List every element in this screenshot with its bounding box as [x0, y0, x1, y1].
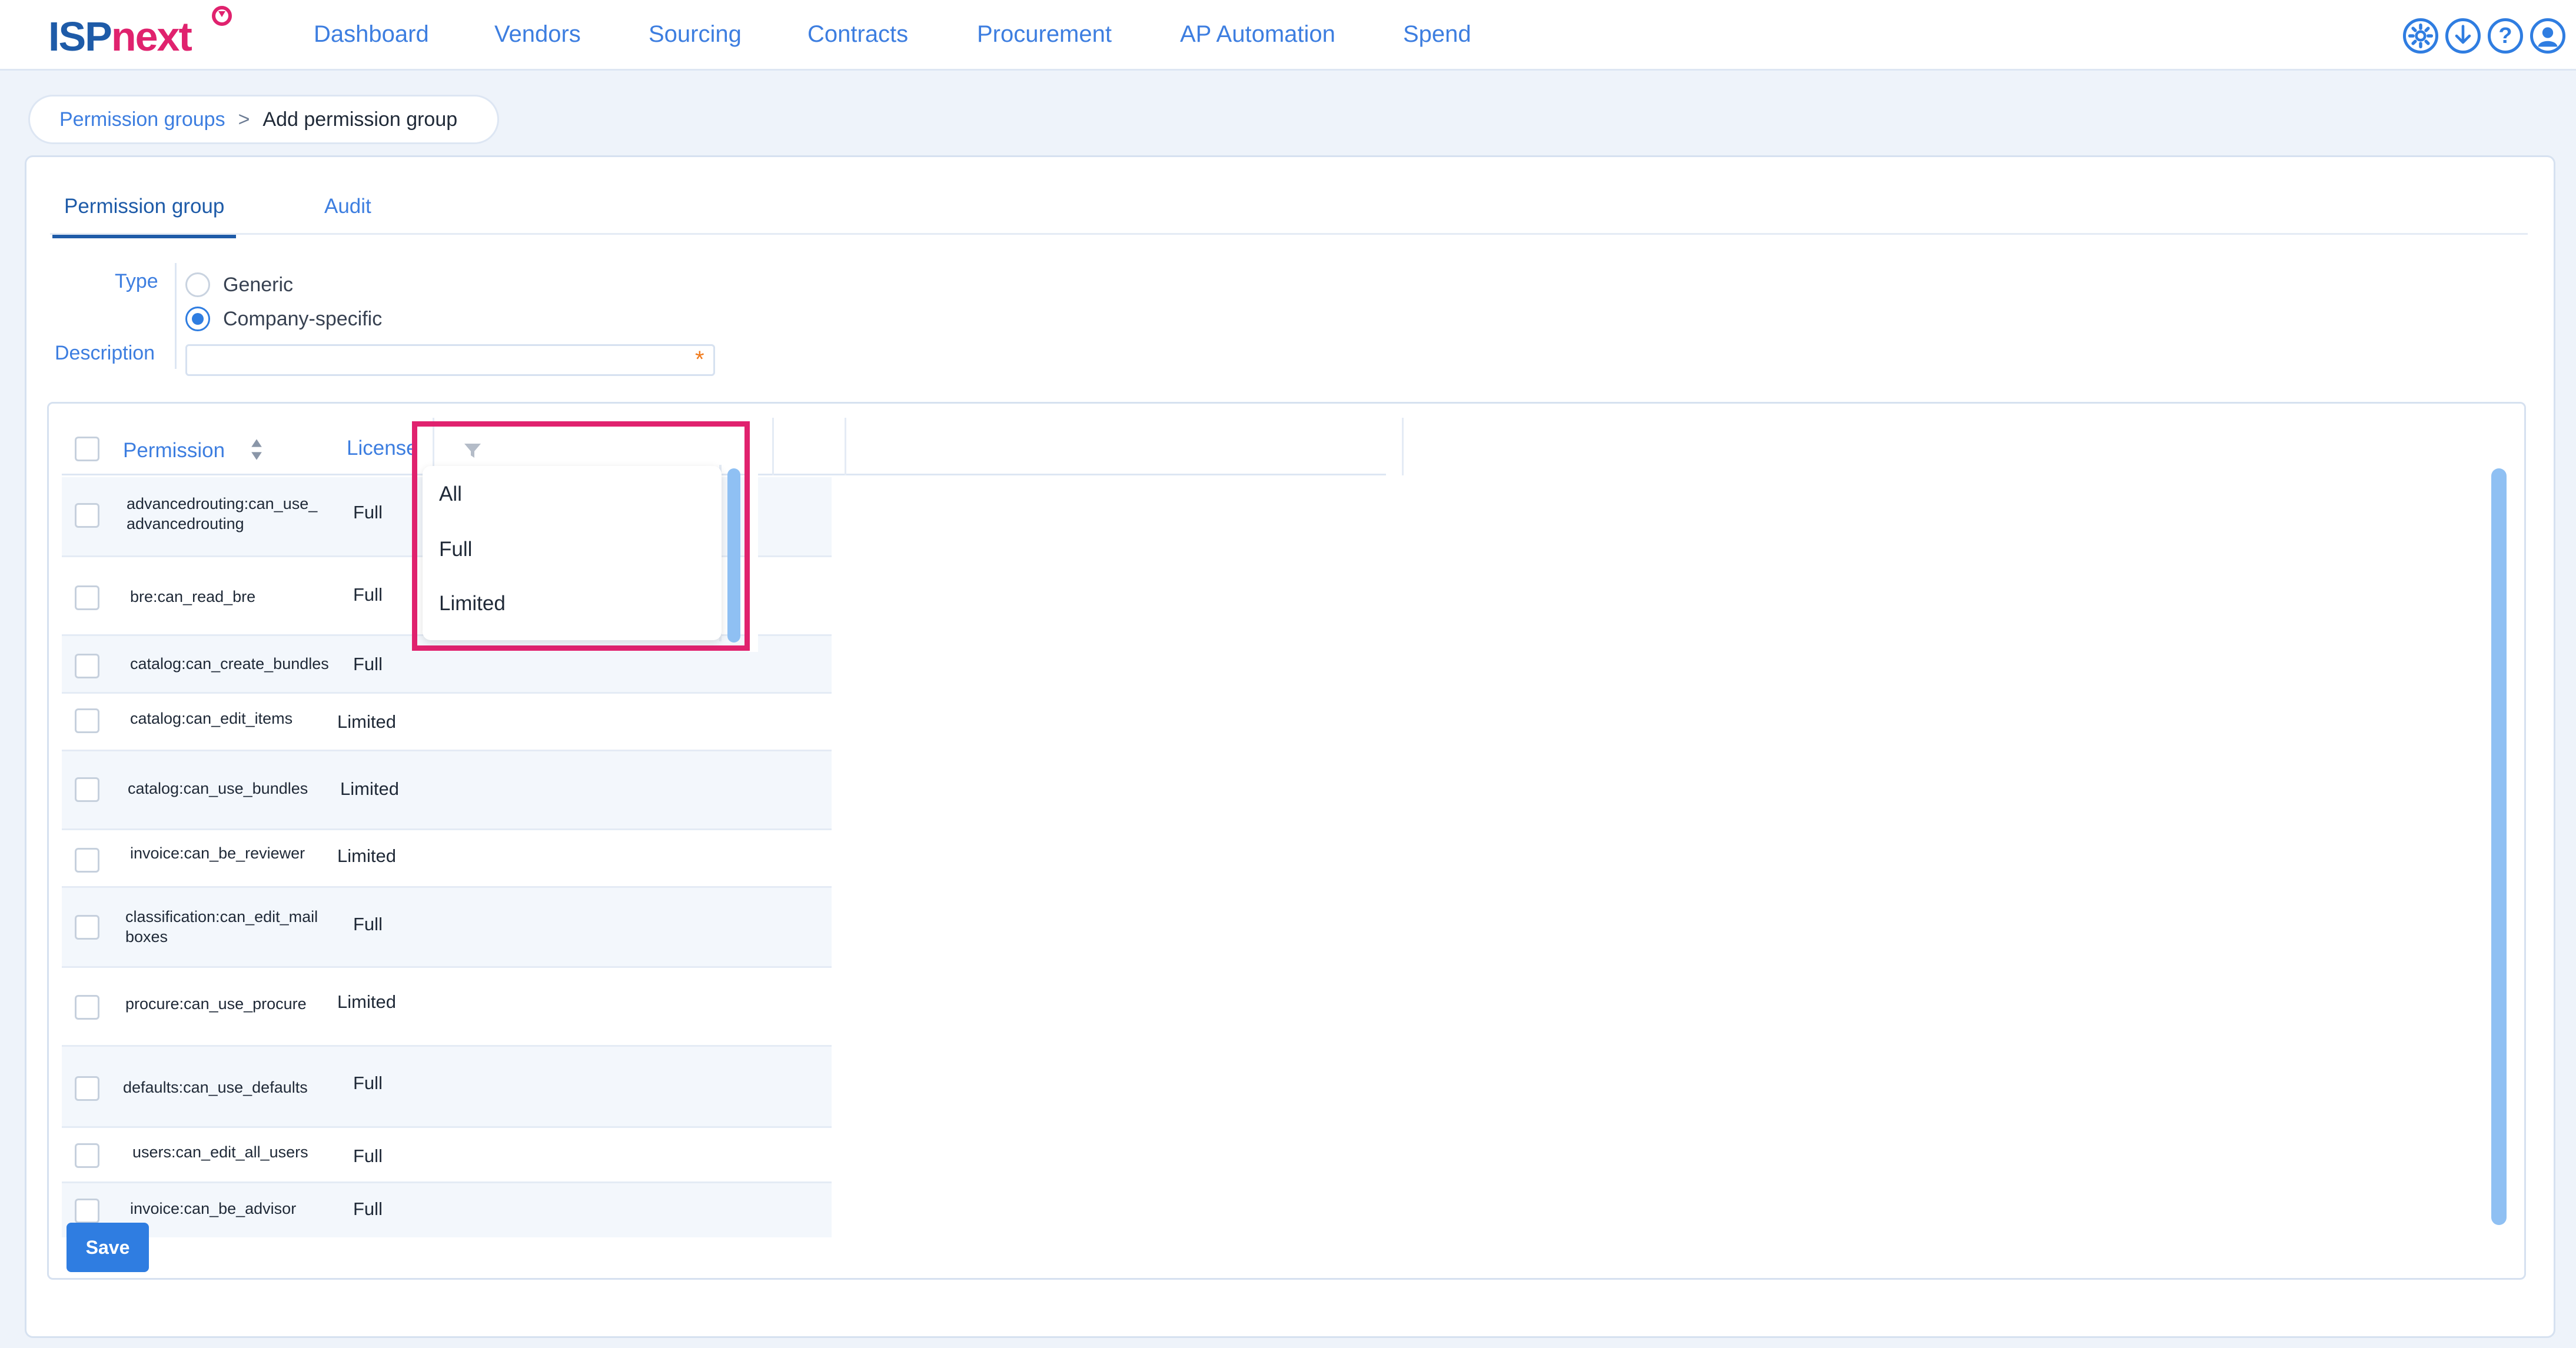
license-value: Limited [340, 778, 399, 799]
help-glyph: ? [2498, 23, 2512, 48]
gear-icon[interactable] [2403, 18, 2438, 54]
permission-name: procure:can_use_procure [125, 995, 307, 1013]
table-row[interactable]: users:can_edit_all_users Full [62, 1128, 832, 1183]
license-filter-dropdown: All Full Limited [423, 466, 722, 640]
breadcrumb-separator: > [238, 108, 250, 131]
table-row[interactable]: invoice:can_be_advisor Full [62, 1183, 832, 1237]
row-checkbox[interactable] [75, 585, 99, 610]
user-icon[interactable] [2530, 18, 2565, 54]
type-label: Type [115, 270, 158, 292]
type-option-generic[interactable]: Generic [185, 272, 293, 297]
table-row[interactable]: procure:can_use_procure Limited [62, 968, 832, 1047]
row-checkbox[interactable] [75, 915, 99, 940]
license-value: Limited [337, 846, 396, 866]
tab-bar: Permission group Audit [50, 157, 2528, 238]
permission-name: bre:can_read_bre [130, 588, 256, 605]
nav-vendors[interactable]: Vendors [494, 21, 581, 48]
permission-name: advancedrouting:can_use_ advancedrouting [127, 495, 318, 532]
generic-label: Generic [223, 273, 294, 296]
permission-name: defaults:can_use_defaults [123, 1079, 308, 1096]
top-navigation-bar: ISPnext Dashboard Vendors Sourcing Contr… [0, 0, 2576, 71]
license-value: Full [353, 584, 383, 605]
permission-name: invoice:can_be_advisor [130, 1200, 297, 1217]
description-input[interactable] [185, 344, 715, 376]
description-label: Description [55, 342, 155, 364]
license-value: Full [353, 1199, 383, 1219]
download-icon[interactable] [2445, 18, 2481, 54]
required-indicator: * [695, 347, 704, 372]
license-value: Full [353, 1073, 383, 1093]
save-button[interactable]: Save [67, 1223, 149, 1272]
row-checkbox[interactable] [75, 995, 99, 1020]
header-empty-cell [845, 418, 1404, 475]
form-divider [175, 263, 177, 369]
top-icons: ? [2403, 18, 2565, 54]
table-row[interactable]: catalog:can_edit_items Limited [62, 694, 832, 751]
permission-name: classification:can_edit_mail boxes [125, 908, 318, 946]
filter-option-all[interactable]: All [439, 482, 462, 506]
generic-radio[interactable] [185, 272, 210, 297]
filter-option-limited[interactable]: Limited [439, 592, 506, 615]
nav-spend[interactable]: Spend [1403, 21, 1471, 48]
company-specific-label: Company-specific [223, 307, 383, 330]
column-header-permission[interactable]: Permission [123, 439, 225, 462]
row-checkbox[interactable] [75, 1199, 99, 1223]
license-value: Limited [337, 711, 396, 732]
row-checkbox[interactable] [75, 503, 99, 528]
row-checkbox[interactable] [75, 777, 99, 802]
permission-name: users:can_edit_all_users [132, 1143, 308, 1161]
breadcrumb: Permission groups > Add permission group [28, 95, 499, 144]
dropdown-scrollbar[interactable] [727, 468, 740, 643]
row-checkbox[interactable] [75, 1076, 99, 1101]
permission-name: catalog:can_create_bundles [130, 655, 329, 673]
select-all-checkbox[interactable] [75, 437, 99, 461]
license-value: Full [353, 1146, 383, 1166]
breadcrumb-permission-groups[interactable]: Permission groups [59, 108, 225, 131]
table-row[interactable]: classification:can_edit_mail boxes Full [62, 888, 832, 968]
license-value: Full [353, 502, 383, 522]
nav-dashboard[interactable]: Dashboard [314, 21, 429, 48]
license-value: Full [353, 654, 383, 674]
row-checkbox[interactable] [75, 848, 99, 873]
company-specific-radio[interactable] [185, 307, 210, 331]
permission-name: catalog:can_use_bundles [128, 780, 308, 797]
ispnext-logo[interactable]: ISPnext [48, 13, 192, 60]
breadcrumb-current: Add permission group [262, 108, 458, 131]
tab-permission-group[interactable]: Permission group [52, 195, 237, 238]
sort-icon[interactable] [250, 438, 263, 461]
nav-sourcing[interactable]: Sourcing [649, 21, 742, 48]
nav-procurement[interactable]: Procurement [977, 21, 1112, 48]
help-icon[interactable]: ? [2488, 18, 2523, 54]
table-scrollbar[interactable] [2491, 468, 2507, 1225]
column-header-license[interactable]: License [347, 437, 418, 460]
row-checkbox[interactable] [75, 654, 99, 678]
nav-ap-automation[interactable]: AP Automation [1180, 21, 1335, 48]
logo-next-text: next [111, 14, 192, 59]
type-option-company-specific[interactable]: Company-specific [185, 307, 382, 331]
permission-name: invoice:can_be_reviewer [130, 844, 305, 862]
table-row[interactable]: defaults:can_use_defaults Full [62, 1047, 832, 1128]
table-row[interactable]: catalog:can_use_bundles Limited [62, 751, 832, 830]
filter-option-full[interactable]: Full [439, 538, 472, 561]
permission-name: catalog:can_edit_items [130, 710, 293, 727]
license-value: Full [353, 914, 383, 934]
tab-audit[interactable]: Audit [324, 195, 371, 218]
table-row[interactable]: invoice:can_be_reviewer Limited [62, 830, 832, 888]
dropdown-backdrop [749, 405, 758, 652]
row-checkbox[interactable] [75, 1143, 99, 1168]
logo-mark-icon [212, 6, 232, 26]
row-checkbox[interactable] [75, 708, 99, 733]
nav-contracts[interactable]: Contracts [807, 21, 908, 48]
license-value: Limited [337, 991, 396, 1012]
logo-isp-text: ISP [48, 14, 112, 59]
